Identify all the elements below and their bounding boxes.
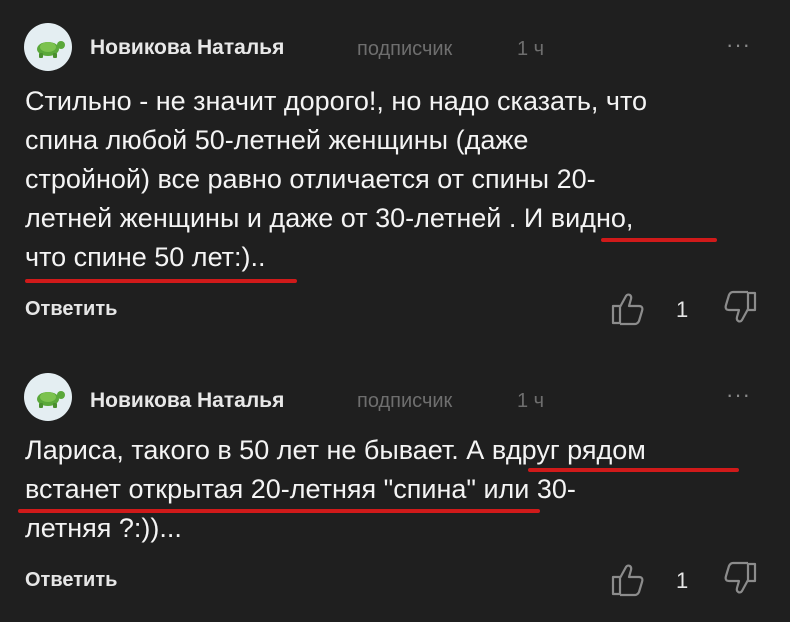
comment-text-line: что спине 50 лет:).. — [25, 242, 266, 272]
comment: Новикова Наталья подписчик 1 ч ··· Ларис… — [0, 348, 790, 622]
comment-time: 1 ч — [517, 390, 545, 412]
comment-text-line: Лариса, такого в 50 лет не бывает. А вдр… — [25, 435, 646, 465]
red-underline-annotation — [25, 279, 297, 283]
comment: Новикова Наталья подписчик 1 ч ··· Стиль… — [0, 0, 790, 340]
comment-time: 1 ч — [517, 38, 545, 60]
avatar[interactable] — [24, 373, 72, 421]
like-count: 1 — [676, 297, 689, 322]
red-underline-annotation — [528, 468, 739, 472]
turtle-avatar-icon — [37, 41, 65, 58]
comment-text-line: летняя ?:))... — [25, 513, 182, 543]
author-role: подписчик — [357, 38, 453, 60]
thumbs-down-icon[interactable] — [721, 289, 759, 327]
author-role: подписчик — [357, 390, 453, 412]
reply-button[interactable]: Ответить — [25, 298, 117, 321]
turtle-avatar-icon — [37, 391, 65, 408]
like-count: 1 — [676, 568, 689, 593]
red-underline-annotation — [18, 509, 540, 513]
avatar[interactable] — [24, 23, 72, 71]
reply-button[interactable]: Ответить — [25, 569, 117, 592]
comment-text-line: Стильно - не значит дорого!, но надо ска… — [25, 86, 648, 116]
thumbs-up-icon[interactable] — [609, 289, 647, 327]
thumbs-up-icon[interactable] — [609, 560, 647, 598]
more-dots-icon[interactable]: ··· — [726, 384, 751, 406]
more-dots-icon[interactable]: ··· — [726, 34, 751, 56]
comment-text-line: спина любой 50-летней женщины (даже — [25, 125, 529, 155]
comment-text-line: встанет открытая 20-летняя "спина" или 3… — [25, 474, 576, 504]
author-name[interactable]: Новикова Наталья — [90, 36, 284, 60]
comment-text-line: летней женщины и даже от 30-летней . И в… — [25, 203, 634, 233]
author-name[interactable]: Новикова Наталья — [90, 389, 284, 413]
red-underline-annotation — [601, 238, 717, 242]
comment-text-line: стройной) все равно отличается от спины … — [25, 164, 596, 194]
thumbs-down-icon[interactable] — [721, 560, 759, 598]
